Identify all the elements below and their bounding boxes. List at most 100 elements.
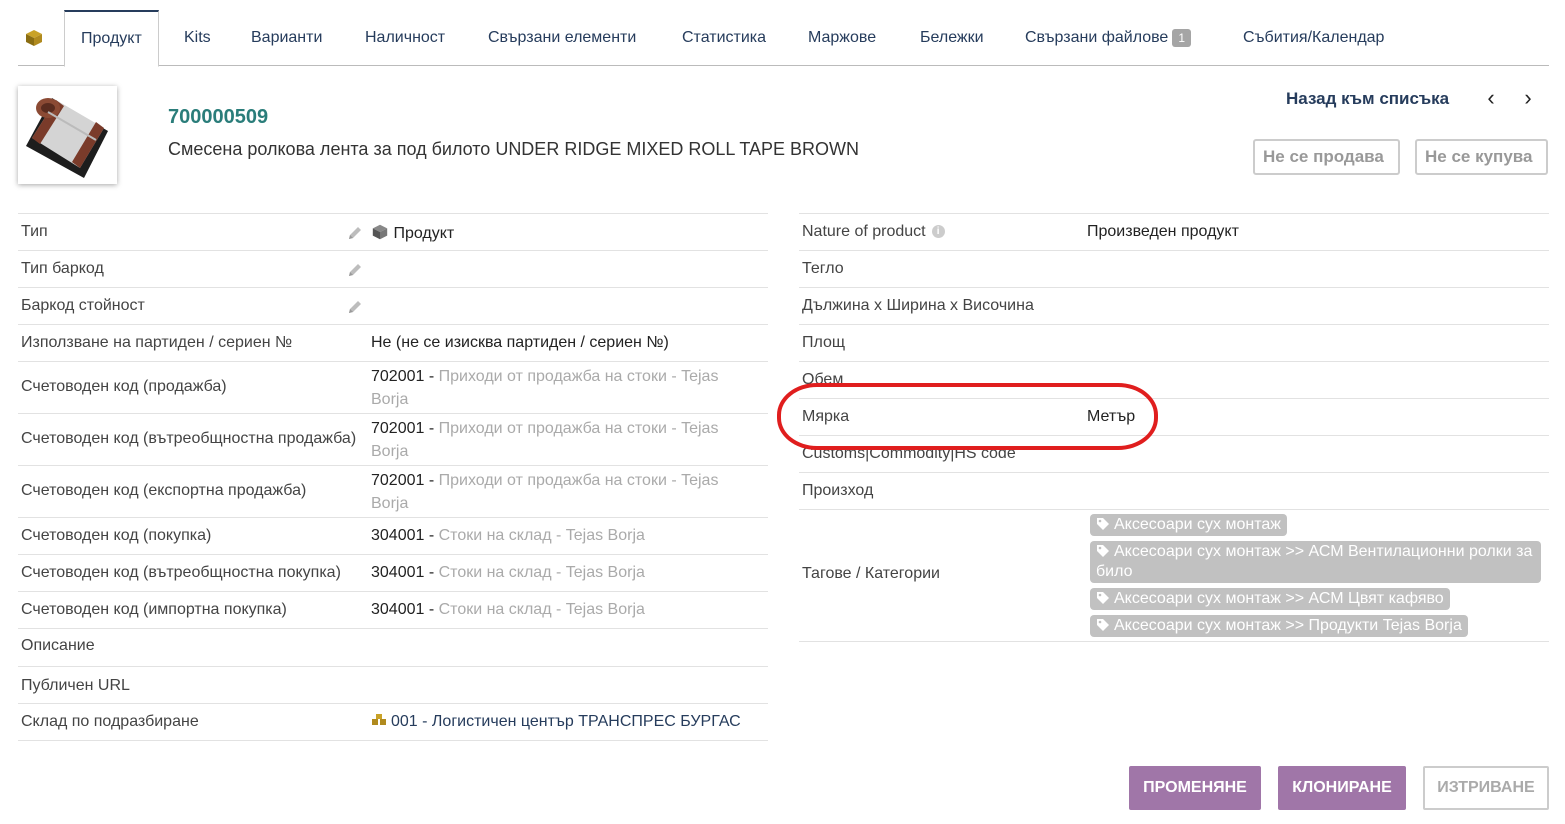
clone-button[interactable]: КЛОНИРАНЕ [1278,766,1406,810]
row-volume: Обем [799,362,1549,399]
row-acc-sell-export: Счетоводен код (експортна продажба) 7020… [18,466,768,518]
acc-buy-intra-code: 304001 [371,564,425,581]
status-sell-button[interactable]: Не се продава [1253,139,1400,175]
acc-sell-export-desc: Приходи от продажба на стоки - Tejas Bor… [371,472,719,512]
default-warehouse-label: Склад по подразбиране [21,713,199,730]
tag-chip[interactable]: Аксесоари сух монтаж >> Продукти Tejas B… [1090,615,1468,637]
tab-margins[interactable]: Маржове [808,10,876,66]
product-type-icon [372,224,388,240]
volume-label: Обем [802,371,844,388]
row-nature: Nature of product i Произведен продукт [799,214,1549,251]
product-label: Смесена ролкова лента за под билото UNDE… [168,139,860,159]
acc-buy-desc: Стоки на склад - Tejas Borja [438,527,645,544]
tag-icon [1097,592,1109,604]
acc-sell-intra-label: Счетоводен код (вътреобщностна продажба) [21,430,357,447]
acc-buy-value: 304001 - Стоки на склад - Tejas Borja [371,527,645,544]
tab-kits[interactable]: Kits [184,10,211,66]
barcode-type-label: Тип баркод [21,260,104,277]
dimensions-label: Дължина x Ширина x Височина [802,297,1034,314]
acc-sell-value: 702001 - Приходи от продажба на стоки - … [371,368,719,408]
acc-sell-intra-desc: Приходи от продажба на стоки - Tejas Bor… [371,420,719,460]
delete-button[interactable]: ИЗТРИВАНЕ [1423,766,1549,810]
acc-buy-import-desc: Стоки на склад - Tejas Borja [438,601,645,618]
tag-icon [1097,518,1109,530]
acc-sell-export-value: 702001 - Приходи от продажба на стоки - … [371,472,719,512]
row-customs-code: Customs|Commodity|HS code [799,436,1549,473]
acc-buy-import-label: Счетоводен код (импортна покупка) [21,601,287,618]
acc-sell-intra-value: 702001 - Приходи от продажба на стоки - … [371,420,719,460]
product-thumbnail[interactable] [18,86,117,184]
tab-stock[interactable]: Наличност [365,10,445,66]
tag-chip[interactable]: Аксесоари сух монтаж >> АСМ Цвят кафяво [1090,588,1450,610]
modify-button[interactable]: ПРОМЕНЯНЕ [1129,766,1261,810]
tab-statistics[interactable]: Статистика [682,10,766,66]
tab-variants[interactable]: Варианти [251,10,322,66]
unit-value: Метър [1087,408,1136,425]
tab-linked-files[interactable]: Свързани файлове 1 [1025,10,1192,66]
tab-product[interactable]: Продукт [64,10,159,67]
tab-bar: Продукт Kits Варианти Наличност Свързани… [18,10,1549,67]
info-icon[interactable]: i [931,225,945,239]
type-value-text: Продукт [393,225,455,242]
acc-buy-intra-desc: Стоки на склад - Tejas Borja [438,564,645,581]
tag-icon [1097,545,1109,557]
status-buy-button[interactable]: Не се купува [1415,139,1548,175]
type-value: Продукт [371,223,454,243]
acc-sell-export-code: 702001 [371,472,425,489]
row-dimensions: Дължина x Ширина x Височина [799,288,1549,325]
back-to-list-link[interactable]: Назад към списъка [1286,89,1449,109]
row-default-warehouse: Склад по подразбиране 001 - Логистичен ц… [18,704,768,741]
tags-label: Тагове / Категории [802,565,940,582]
row-weight: Тегло [799,251,1549,288]
row-acc-sell-intra: Счетоводен код (вътреобщностна продажба)… [18,414,768,466]
row-area: Площ [799,325,1549,362]
acc-buy-intra-label: Счетоводен код (вътреобщностна покупка) [21,564,341,581]
default-warehouse-link[interactable]: 001 - Логистичен център ТРАНСПРЕС БУРГАС [371,713,741,731]
tag-text: Аксесоари сух монтаж >> АСМ Вентилационн… [1096,543,1533,580]
tag-text: Аксесоари сух монтаж >> Продукти Tejas B… [1114,617,1462,634]
row-description: Описание [18,629,768,667]
edit-pencil-icon[interactable] [346,298,364,316]
tab-linked-files-label: Свързани файлове [1025,29,1169,46]
barcode-value-label: Баркод стойност [21,297,145,314]
row-acc-buy-intra: Счетоводен код (вътреобщностна покупка) … [18,555,768,592]
tab-related-elements[interactable]: Свързани елементи [488,10,636,66]
product-ref[interactable]: 700000509 [168,106,268,129]
edit-pencil-icon[interactable] [346,261,364,279]
default-warehouse-text: 001 - Логистичен център ТРАНСПРЕС БУРГАС [391,713,741,730]
tag-chip[interactable]: Аксесоари сух монтаж [1090,514,1287,536]
row-lot-serial: Използване на партиден / сериен № Не (не… [18,325,768,362]
row-public-url: Публичен URL [18,667,768,704]
lot-serial-label: Използване на партиден / сериен № [21,334,293,351]
product-box-icon[interactable] [24,28,44,48]
nature-label: Nature of product i [802,223,945,241]
type-label: Тип [21,223,48,240]
unit-label: Мярка [802,408,850,425]
previous-arrow-icon[interactable]: ‹ [1481,86,1501,110]
acc-sell-label: Счетоводен код (продажба) [21,378,227,395]
acc-sell-code: 702001 [371,368,425,385]
row-type: Тип Продукт [18,214,768,251]
acc-buy-intra-value: 304001 - Стоки на склад - Tejas Borja [371,564,645,581]
tab-events-calendar[interactable]: Събития/Календар [1243,10,1384,66]
row-acc-sell: Счетоводен код (продажба) 702001 - Прихо… [18,362,768,414]
warehouse-icon [372,714,386,725]
acc-buy-import-value: 304001 - Стоки на склад - Tejas Borja [371,601,645,618]
product-image [26,98,108,178]
tab-notes[interactable]: Бележки [920,10,984,66]
row-origin: Произход [799,473,1549,510]
right-properties-table: Nature of product i Произведен продукт Те… [799,213,1549,642]
acc-sell-export-label: Счетоводен код (експортна продажба) [21,482,307,499]
acc-buy-label: Счетоводен код (покупка) [21,527,212,544]
tag-chip[interactable]: Аксесоари сух монтаж >> АСМ Вентилационн… [1090,541,1541,583]
row-barcode-type: Тип баркод [18,251,768,288]
next-arrow-icon[interactable]: › [1518,86,1538,110]
public-url-label: Публичен URL [21,677,130,694]
acc-sell-desc: Приходи от продажба на стоки - Tejas Bor… [371,368,719,408]
row-tags: Тагове / Категории Аксесоари сух монтаж … [799,510,1549,642]
weight-label: Тегло [802,260,844,277]
edit-pencil-icon[interactable] [346,224,364,242]
files-count-badge: 1 [1172,28,1192,47]
lot-serial-value: Не (не се изисква партиден / сериен №) [371,334,669,351]
nature-value: Произведен продукт [1087,223,1239,240]
